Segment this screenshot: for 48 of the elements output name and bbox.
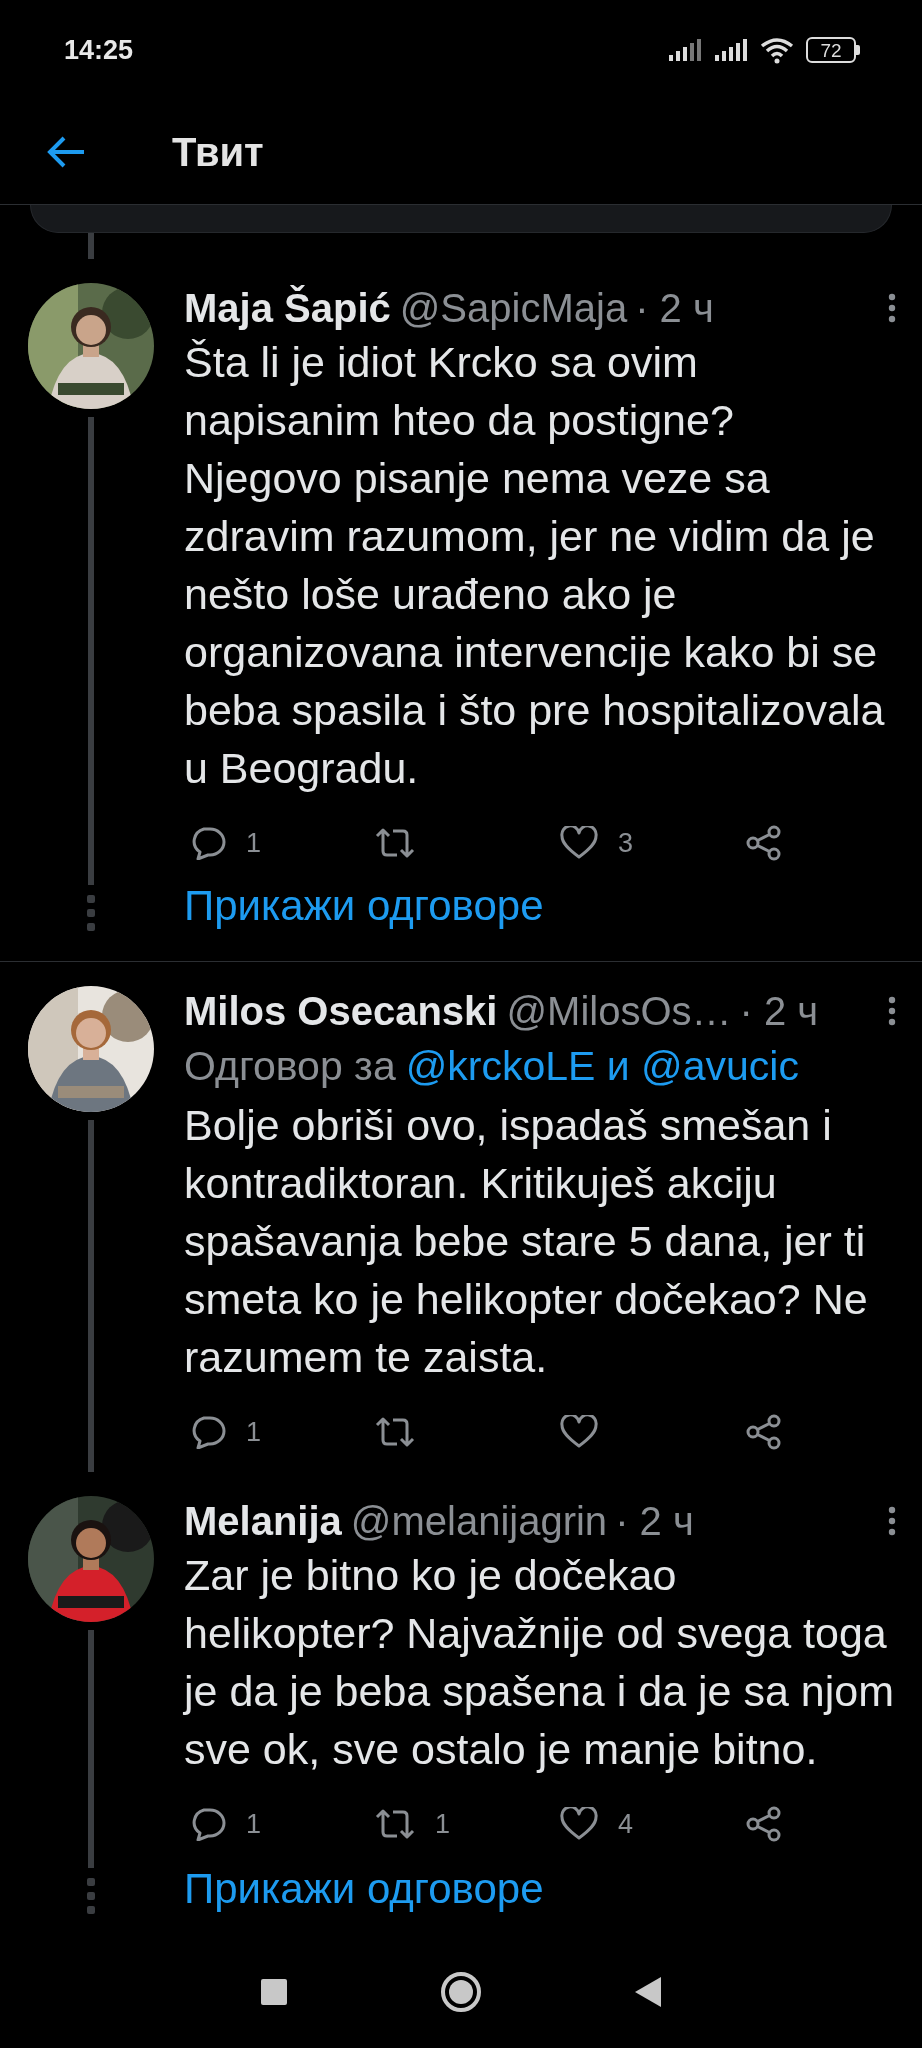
signal-icon [714, 38, 748, 62]
reply-count: 1 [246, 827, 262, 859]
tweet-text: Šta li je idiot Krcko sa ovim napisanim hteo da postigne? Njegovo pisanje nema veze sa zdravim razumom, jer ne vidim da je nešto loše urađeno ako je organizovana intervencije kako bi se beba spasila i što pre hospitalizovala u Beogradu. [184, 337, 886, 794]
more-options-icon[interactable] [888, 293, 896, 323]
reply-label: Одговор за [184, 1043, 396, 1089]
tweet-text: Zar je bitno ko je dočekao helikopter? Najvažnije od svega toga je da je beba spašena i da je sa njom sve ok, sve ostalo je manje bitno. [184, 1550, 895, 1775]
reply-icon[interactable] [190, 1415, 226, 1449]
thread-dots [87, 1878, 95, 1914]
author-name[interactable]: Milos Osecanski [184, 988, 498, 1034]
reply-count: 1 [246, 1416, 262, 1448]
heart-icon[interactable] [560, 1807, 598, 1841]
tweet-text: Bolje obriši ovo, ispadaš smešan i kontradiktoran. Kritikuješ akciju spašavanja bebe stare 5 dana, jer ti smeta ko je helikopter dočekao? Ne razumem te zaista. [184, 1100, 869, 1383]
page-title: Твит [172, 129, 264, 175]
mention-link[interactable]: @krckoLE и @avucic [405, 1043, 799, 1089]
clock: 14:25 [64, 34, 134, 66]
home-icon[interactable] [440, 1970, 482, 2013]
retweet-count: 1 [435, 1808, 451, 1840]
recents-icon[interactable] [260, 1977, 288, 2006]
wifi-icon [760, 36, 794, 64]
show-replies-link[interactable]: Прикажи одговоре [184, 1864, 898, 1914]
thread-dots [87, 895, 95, 931]
author-name[interactable]: Melanija [184, 1498, 342, 1544]
show-replies-link[interactable]: Прикажи одговоре [184, 881, 898, 931]
back-icon[interactable] [634, 1975, 662, 2008]
timestamp: · 2 ч [615, 1498, 694, 1544]
reply-icon[interactable] [190, 1807, 226, 1841]
author-handle[interactable]: @melanijagrin [350, 1498, 608, 1544]
more-options-icon[interactable] [888, 1506, 896, 1536]
share-icon[interactable] [745, 1414, 783, 1450]
author-handle[interactable]: @MilosOs… [506, 988, 732, 1034]
heart-icon[interactable] [560, 1415, 598, 1449]
heart-icon[interactable] [560, 826, 598, 860]
like-count: 4 [618, 1808, 634, 1840]
back-arrow-icon[interactable] [46, 135, 86, 169]
more-options-icon[interactable] [888, 996, 896, 1026]
share-icon[interactable] [745, 1806, 783, 1842]
reply-icon[interactable] [190, 826, 226, 860]
retweet-icon[interactable] [375, 1416, 415, 1448]
signal-icon [668, 38, 702, 62]
like-count: 3 [618, 827, 634, 859]
timestamp: · 2 ч [739, 988, 819, 1034]
author-name[interactable]: Maja Šapić [184, 285, 391, 331]
author-handle[interactable]: @SapicMaja [399, 285, 628, 331]
retweet-icon[interactable] [375, 1808, 415, 1840]
timestamp: · 2 ч [635, 285, 714, 331]
share-icon[interactable] [745, 825, 783, 861]
retweet-icon[interactable] [375, 827, 415, 859]
reply-count: 1 [246, 1808, 262, 1840]
